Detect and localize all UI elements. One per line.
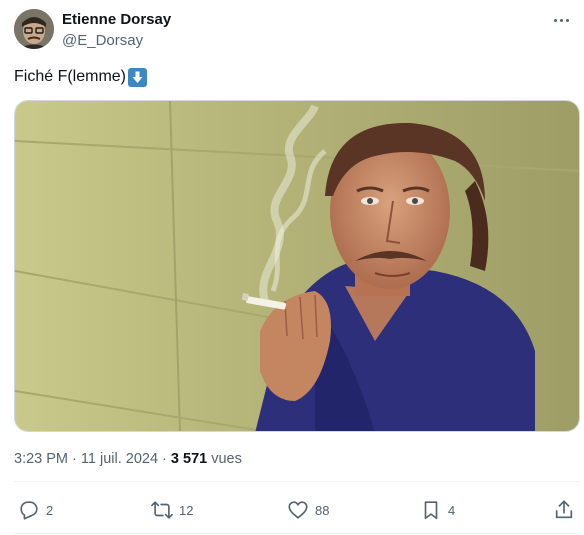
- views-count: 3 571: [170, 451, 208, 467]
- divider-bottom: [14, 533, 580, 534]
- tweet-date[interactable]: 11 juil. 2024: [81, 451, 158, 467]
- tweet: Etienne Dorsay @E_Dorsay Fiché F(lemme): [0, 0, 584, 535]
- bookmark-icon: [424, 501, 438, 520]
- reply-button[interactable]: 2: [18, 494, 53, 526]
- repost-count: 12: [179, 502, 194, 518]
- avatar[interactable]: [14, 9, 54, 49]
- more-icon[interactable]: [550, 10, 572, 30]
- tweet-image[interactable]: [14, 100, 580, 432]
- tweet-time[interactable]: 3:23 PM: [14, 451, 68, 467]
- share-button[interactable]: [553, 494, 575, 526]
- tweet-meta: 3:23 PM · 11 juil. 2024 · 3 571 vues: [14, 450, 242, 468]
- tweet-text: Fiché F(lemme): [14, 68, 127, 85]
- reply-icon: [20, 501, 38, 520]
- share-icon: [555, 500, 573, 519]
- like-count: 88: [315, 502, 330, 518]
- reply-count: 2: [46, 502, 54, 518]
- like-button[interactable]: 88: [287, 494, 329, 526]
- author-handle[interactable]: @E_Dorsay: [62, 31, 143, 50]
- views-label: vues: [207, 451, 242, 467]
- bookmark-button[interactable]: 4: [420, 494, 455, 526]
- tweet-text-row: Fiché F(lemme): [14, 67, 148, 87]
- repost-icon: [151, 501, 173, 519]
- divider-top: [14, 481, 580, 482]
- author-name[interactable]: Etienne Dorsay: [62, 10, 171, 29]
- like-icon: [288, 501, 308, 519]
- repost-button[interactable]: 12: [151, 494, 193, 526]
- bookmark-count: 4: [448, 502, 456, 518]
- meta-separator-2: ·: [158, 451, 171, 467]
- meta-separator: ·: [68, 451, 81, 467]
- down-arrow-emoji-icon: [128, 67, 148, 87]
- action-bar: 2 12 88 4: [0, 494, 584, 526]
